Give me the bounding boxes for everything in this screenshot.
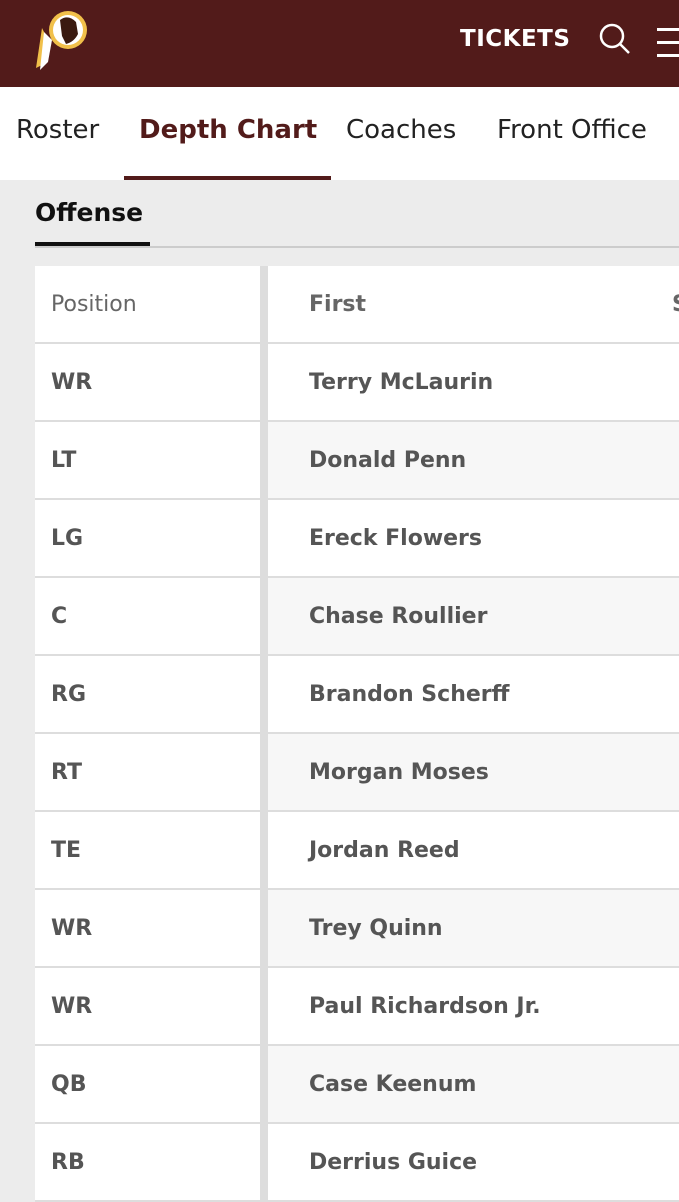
table-row: RB Derrius Guice [35,1124,679,1202]
tab-depth-chart[interactable]: Depth Chart [139,115,317,145]
table-row: QB Case Keenum [35,1046,679,1124]
tab-coaches[interactable]: Coaches [346,115,456,145]
sub-nav-tabs: Roster Depth Chart Coaches Front Office [0,87,679,180]
hamburger-menu-icon[interactable] [657,28,679,67]
position-cell: QB [35,1046,260,1122]
column-divider [260,812,268,888]
table-row: WR Paul Richardson Jr. [35,968,679,1046]
divider [35,246,679,248]
table-row: RT Morgan Moses [35,734,679,812]
position-cell: WR [35,344,260,420]
position-cell: RB [35,1124,260,1200]
column-divider [260,344,268,420]
player-name-cell[interactable]: Trey Quinn [268,890,679,966]
column-header-first: First S [268,266,679,342]
position-cell: RT [35,734,260,810]
table-row: WR Terry McLaurin [35,344,679,422]
position-cell: TE [35,812,260,888]
position-cell: WR [35,890,260,966]
table-row: LT Donald Penn [35,422,679,500]
player-name-cell[interactable]: Paul Richardson Jr. [268,968,679,1044]
column-divider [260,656,268,732]
column-divider [260,890,268,966]
table-header-row: Position First S [35,266,679,344]
depth-chart-table: Position FirstS WRTerry McLaurinLTDonald… [35,266,679,1202]
tickets-link[interactable]: TICKETS [460,26,570,52]
player-name-cell[interactable]: Ereck Flowers [268,500,679,576]
column-divider [260,968,268,1044]
top-nav-bar: TICKETS [0,0,679,87]
position-cell: RG [35,656,260,732]
column-divider [260,578,268,654]
column-header-second: S [672,292,679,317]
table-row: C Chase Roullier [35,578,679,656]
player-name-cell[interactable]: Jordan Reed [268,812,679,888]
column-divider [260,1046,268,1122]
player-name-cell[interactable]: Brandon Scherff [268,656,679,732]
player-name-cell[interactable]: Case Keenum [268,1046,679,1122]
position-cell: LT [35,422,260,498]
position-cell: LG [35,500,260,576]
column-header-position: Position [35,266,260,342]
search-icon[interactable] [598,22,632,56]
column-header-first-label: First [309,291,367,317]
position-cell: C [35,578,260,654]
tab-roster[interactable]: Roster [16,115,99,145]
column-divider [260,500,268,576]
table-row: TE Jordan Reed [35,812,679,890]
player-name-cell[interactable]: Terry McLaurin [268,344,679,420]
player-name-cell[interactable]: Donald Penn [268,422,679,498]
table-row: RG Brandon Scherff [35,656,679,734]
player-name-cell[interactable]: Derrius Guice [268,1124,679,1200]
table-row: WR Trey Quinn [35,890,679,968]
table-row: LG Ereck Flowers [35,500,679,578]
position-cell: WR [35,968,260,1044]
team-logo[interactable] [34,10,92,72]
active-tab-indicator [124,176,331,180]
section-tab-offense[interactable]: Offense [35,198,143,227]
column-divider [260,1124,268,1200]
column-divider [260,422,268,498]
player-name-cell[interactable]: Morgan Moses [268,734,679,810]
player-name-cell[interactable]: Chase Roullier [268,578,679,654]
column-divider [260,734,268,810]
column-divider [260,266,268,342]
tab-front-office[interactable]: Front Office [497,115,647,145]
